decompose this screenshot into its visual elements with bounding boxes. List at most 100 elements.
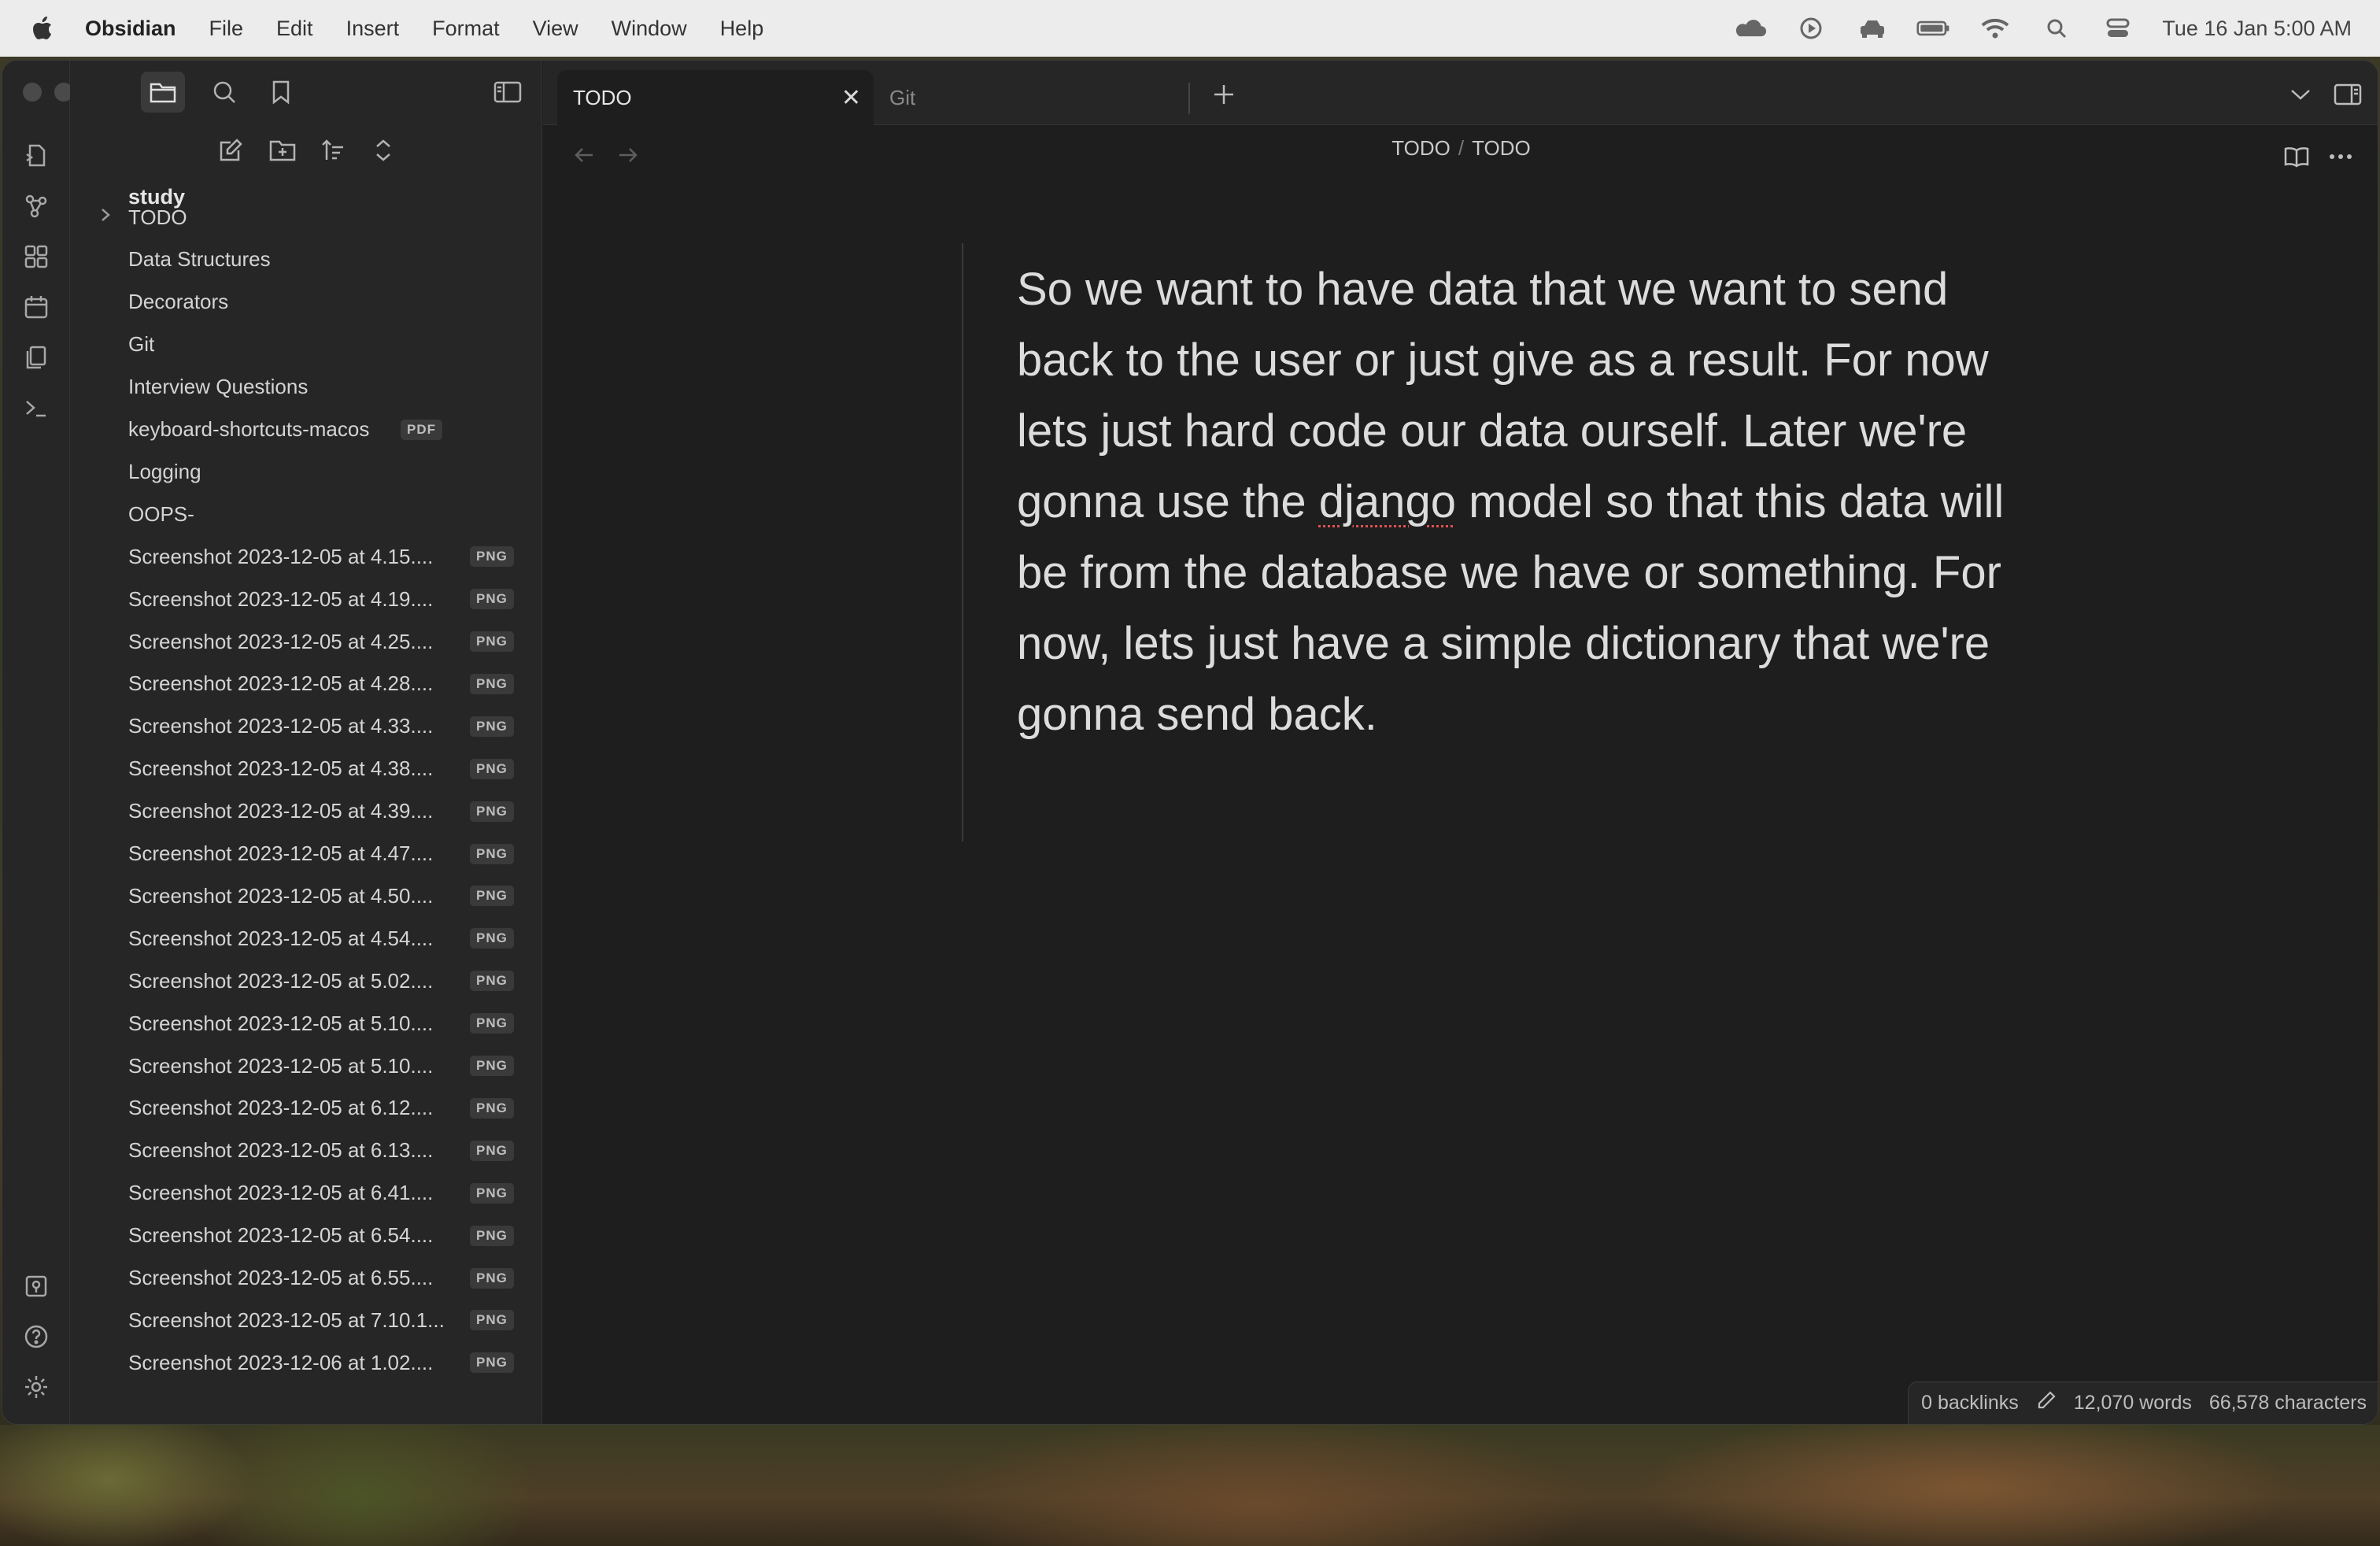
- menu-clock[interactable]: Tue 16 Jan 5:00 AM: [2162, 17, 2352, 41]
- canvas-icon[interactable]: [20, 240, 53, 273]
- help-icon[interactable]: [20, 1320, 53, 1353]
- battery-icon[interactable]: [1916, 17, 1951, 40]
- search-tab-icon[interactable]: [202, 72, 246, 113]
- breadcrumb-separator: /: [1458, 136, 1465, 160]
- apple-icon[interactable]: [31, 16, 54, 41]
- file-item[interactable]: Git: [70, 324, 541, 366]
- file-type-badge: PNG: [470, 1140, 514, 1161]
- file-item[interactable]: Screenshot 2023-12-05 at 4.38.... PNG: [70, 748, 541, 790]
- sort-order-icon[interactable]: [311, 130, 355, 171]
- menu-view[interactable]: View: [533, 17, 578, 41]
- file-item[interactable]: Screenshot 2023-12-05 at 5.10.... PNG: [70, 1045, 541, 1087]
- breadcrumb-folder[interactable]: TODO: [1391, 136, 1451, 160]
- file-item[interactable]: Screenshot 2023-12-05 at 4.50.... PNG: [70, 875, 541, 917]
- settings-gear-icon[interactable]: [20, 1370, 53, 1404]
- close-tab-icon[interactable]: ✕: [841, 84, 861, 112]
- file-item[interactable]: Screenshot 2023-12-05 at 4.25.... PNG: [70, 620, 541, 663]
- new-tab-plus-icon[interactable]: [1204, 75, 1244, 114]
- menu-bar: Obsidian File Edit Insert Format View Wi…: [0, 0, 2380, 57]
- file-name: Screenshot 2023-12-05 at 4.54....: [128, 926, 434, 950]
- file-item[interactable]: Screenshot 2023-12-05 at 6.54.... PNG: [70, 1215, 541, 1257]
- more-options-icon[interactable]: [2325, 141, 2356, 172]
- file-item[interactable]: Screenshot 2023-12-05 at 4.47.... PNG: [70, 833, 541, 875]
- cloud-icon[interactable]: [1732, 17, 1767, 40]
- file-item[interactable]: Screenshot 2023-12-05 at 5.10.... PNG: [70, 1002, 541, 1045]
- file-name: Screenshot 2023-12-05 at 4.33....: [128, 714, 434, 738]
- file-item[interactable]: Screenshot 2023-12-05 at 6.55.... PNG: [70, 1257, 541, 1300]
- note-editor[interactable]: So we want to have data that we want to …: [543, 183, 2378, 1424]
- chevron-right-icon[interactable]: [100, 206, 111, 228]
- new-folder-icon[interactable]: [261, 130, 305, 171]
- breadcrumb-file[interactable]: TODO: [1472, 136, 1531, 160]
- menu-insert[interactable]: Insert: [346, 17, 400, 41]
- folder-item[interactable]: TODO: [70, 196, 541, 239]
- play-circle-icon[interactable]: [1794, 17, 1828, 40]
- bookmarks-tab-icon[interactable]: [259, 72, 303, 113]
- vault-switcher-icon[interactable]: [20, 1270, 53, 1303]
- file-item[interactable]: Interview Questions: [70, 366, 541, 409]
- file-name: OOPS-: [128, 501, 194, 526]
- menu-format[interactable]: Format: [432, 17, 500, 41]
- toggle-right-sidebar-icon[interactable]: [2330, 76, 2366, 113]
- file-item[interactable]: Screenshot 2023-12-05 at 4.33.... PNG: [70, 705, 541, 748]
- file-item[interactable]: Screenshot 2023-12-05 at 6.41.... PNG: [70, 1172, 541, 1215]
- menu-window[interactable]: Window: [612, 17, 687, 41]
- file-name: Screenshot 2023-12-05 at 4.19....: [128, 586, 434, 611]
- control-center-icon[interactable]: [2101, 17, 2135, 40]
- car-icon[interactable]: [1855, 17, 1890, 40]
- file-name: Screenshot 2023-12-06 at 1.02....: [128, 1350, 434, 1374]
- close-window-button[interactable]: [23, 83, 42, 102]
- tab-label: TODO: [573, 85, 632, 109]
- new-note-icon[interactable]: [209, 130, 253, 171]
- collapse-sidebar-icon[interactable]: [486, 72, 530, 113]
- spotlight-icon[interactable]: [2039, 17, 2074, 40]
- file-item[interactable]: Screenshot 2023-12-05 at 4.19.... PNG: [70, 578, 541, 620]
- file-name: Screenshot 2023-12-05 at 4.50....: [128, 883, 434, 908]
- misspelled-word[interactable]: django: [1319, 476, 1456, 527]
- graph-view-icon[interactable]: [20, 190, 53, 223]
- open-quick-switcher-icon[interactable]: [20, 139, 53, 172]
- menu-help[interactable]: Help: [720, 17, 764, 41]
- view-header: TODO / TODO: [543, 125, 2378, 183]
- tab-git[interactable]: Git: [874, 70, 1188, 125]
- file-name: TODO: [128, 205, 187, 229]
- file-item[interactable]: OOPS-: [70, 493, 541, 535]
- expand-collapse-icon[interactable]: [361, 130, 405, 171]
- tab-todo[interactable]: TODO ✕: [557, 70, 874, 125]
- menu-app-name[interactable]: Obsidian: [85, 17, 176, 41]
- file-item[interactable]: Screenshot 2023-12-05 at 4.54.... PNG: [70, 917, 541, 960]
- file-item[interactable]: Logging: [70, 450, 541, 493]
- file-item[interactable]: Screenshot 2023-12-05 at 4.39.... PNG: [70, 790, 541, 833]
- file-item[interactable]: Data Structures: [70, 239, 541, 281]
- word-count: 12,070 words: [2073, 1392, 2192, 1414]
- file-item[interactable]: Decorators: [70, 281, 541, 324]
- file-item[interactable]: Screenshot 2023-12-05 at 6.13.... PNG: [70, 1130, 541, 1172]
- file-item[interactable]: Screenshot 2023-12-05 at 5.02.... PNG: [70, 960, 541, 1002]
- wifi-icon[interactable]: [1978, 17, 2012, 40]
- calendar-icon[interactable]: [20, 290, 53, 324]
- obsidian-window: study TODO Data Structures Decorators Git In…: [2, 60, 2378, 1425]
- file-item[interactable]: Screenshot 2023-12-05 at 6.12.... PNG: [70, 1087, 541, 1130]
- backlinks-count[interactable]: 0 backlinks: [1921, 1392, 2019, 1415]
- status-bar: 0 backlinks 12,070 words 66,578 characte…: [1908, 1381, 2378, 1424]
- file-name: Interview Questions: [128, 375, 309, 399]
- file-item[interactable]: Screenshot 2023-12-06 at 1.02.... PNG: [70, 1341, 541, 1384]
- file-name: Screenshot 2023-12-05 at 6.55....: [128, 1266, 434, 1289]
- file-type-badge: PNG: [470, 1267, 514, 1289]
- file-item[interactable]: Screenshot 2023-12-05 at 4.15.... PNG: [70, 535, 541, 578]
- templates-icon[interactable]: [20, 341, 53, 374]
- menu-edit[interactable]: Edit: [276, 17, 313, 41]
- note-body[interactable]: So we want to have data that we want to …: [1017, 254, 2040, 750]
- file-name: Screenshot 2023-12-05 at 4.28....: [128, 671, 434, 696]
- terminal-icon[interactable]: [20, 391, 53, 424]
- file-name: Screenshot 2023-12-05 at 4.38....: [128, 756, 434, 781]
- file-item[interactable]: Screenshot 2023-12-05 at 4.28.... PNG: [70, 663, 541, 705]
- reading-view-book-icon[interactable]: [2281, 141, 2312, 172]
- menu-file[interactable]: File: [209, 17, 244, 41]
- file-item[interactable]: Screenshot 2023-12-05 at 7.10.1... PNG: [70, 1299, 541, 1341]
- files-tab-folder-icon[interactable]: [141, 72, 185, 113]
- tab-list-chevron-down-icon[interactable]: [2282, 76, 2319, 113]
- edit-pencil-icon[interactable]: [2036, 1390, 2057, 1416]
- tab-divider: [1188, 83, 1190, 114]
- file-item[interactable]: keyboard-shortcuts-macos PDF: [70, 409, 541, 451]
